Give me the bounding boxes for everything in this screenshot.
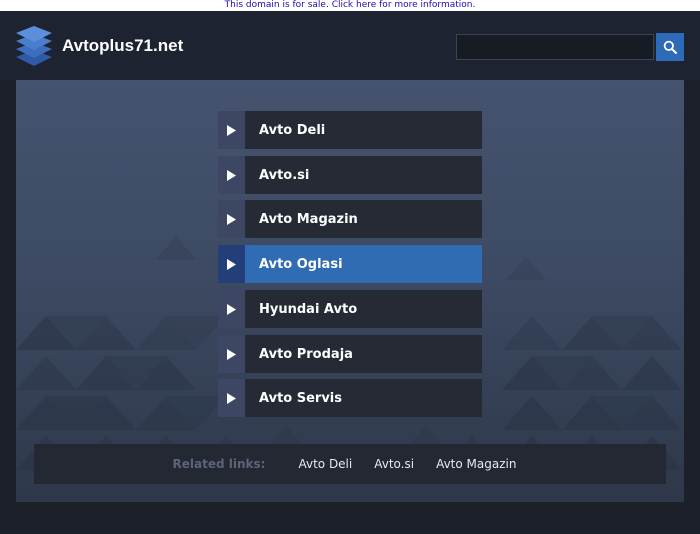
related-link-avto-deli[interactable]: Avto Deli xyxy=(298,457,352,471)
menu-item-avto-deli[interactable]: Avto Deli xyxy=(218,111,482,149)
play-triangle-icon xyxy=(218,335,245,373)
menu-item-label[interactable]: Avto Prodaja xyxy=(259,347,353,362)
menu-item-avto-oglasi[interactable]: Avto Oglasi xyxy=(218,245,482,283)
play-triangle-icon xyxy=(218,200,245,238)
domain-sale-banner[interactable]: This domain is for sale. Click here for … xyxy=(0,0,700,11)
menu-item-label[interactable]: Avto.si xyxy=(259,168,309,183)
menu-item-avto-prodaja[interactable]: Avto Prodaja xyxy=(218,335,482,373)
menu-item-label[interactable]: Avto Deli xyxy=(259,123,325,138)
menu-item-avto-servis[interactable]: Avto Servis xyxy=(218,379,482,417)
related-links-bar: Related links: Avto Deli Avto.si Avto Ma… xyxy=(34,444,666,484)
menu-item-avto-si[interactable]: Avto.si xyxy=(218,156,482,194)
menu-item-label[interactable]: Hyundai Avto xyxy=(259,302,357,317)
play-triangle-icon xyxy=(218,111,245,149)
menu-item-label-area[interactable]: Avto Deli xyxy=(245,111,482,149)
related-link-avto-si[interactable]: Avto.si xyxy=(374,457,414,471)
related-link-avto-magazin[interactable]: Avto Magazin xyxy=(436,457,516,471)
menu-item-hyundai-avto[interactable]: Hyundai Avto xyxy=(218,290,482,328)
site-title[interactable]: Avtoplus71.net xyxy=(62,36,183,56)
play-triangle-icon xyxy=(218,290,245,328)
menu-item-label-area[interactable]: Avto.si xyxy=(245,156,482,194)
play-triangle-icon xyxy=(218,245,245,283)
play-triangle-icon xyxy=(218,156,245,194)
menu-item-label-area[interactable]: Hyundai Avto xyxy=(245,290,482,328)
play-triangle-icon xyxy=(218,379,245,417)
site-header: Avtoplus71.net xyxy=(0,11,700,80)
menu-item-label-area[interactable]: Avto Servis xyxy=(245,379,482,417)
menu-item-label[interactable]: Avto Servis xyxy=(259,391,342,406)
page-footer xyxy=(0,502,700,534)
menu-item-label-area[interactable]: Avto Oglasi xyxy=(245,245,482,283)
menu-item-label[interactable]: Avto Oglasi xyxy=(259,257,343,272)
search-button[interactable] xyxy=(656,33,684,61)
domain-sale-banner-text[interactable]: This domain is for sale. Click here for … xyxy=(225,0,476,10)
search-input[interactable] xyxy=(456,34,654,60)
search-icon xyxy=(663,40,677,54)
menu-item-avto-magazin[interactable]: Avto Magazin xyxy=(218,200,482,238)
stacked-layers-icon xyxy=(15,25,53,67)
related-links-title: Related links: xyxy=(172,457,266,471)
menu-item-label-area[interactable]: Avto Magazin xyxy=(245,200,482,238)
menu-item-label-area[interactable]: Avto Prodaja xyxy=(245,335,482,373)
menu-item-label[interactable]: Avto Magazin xyxy=(259,212,358,227)
